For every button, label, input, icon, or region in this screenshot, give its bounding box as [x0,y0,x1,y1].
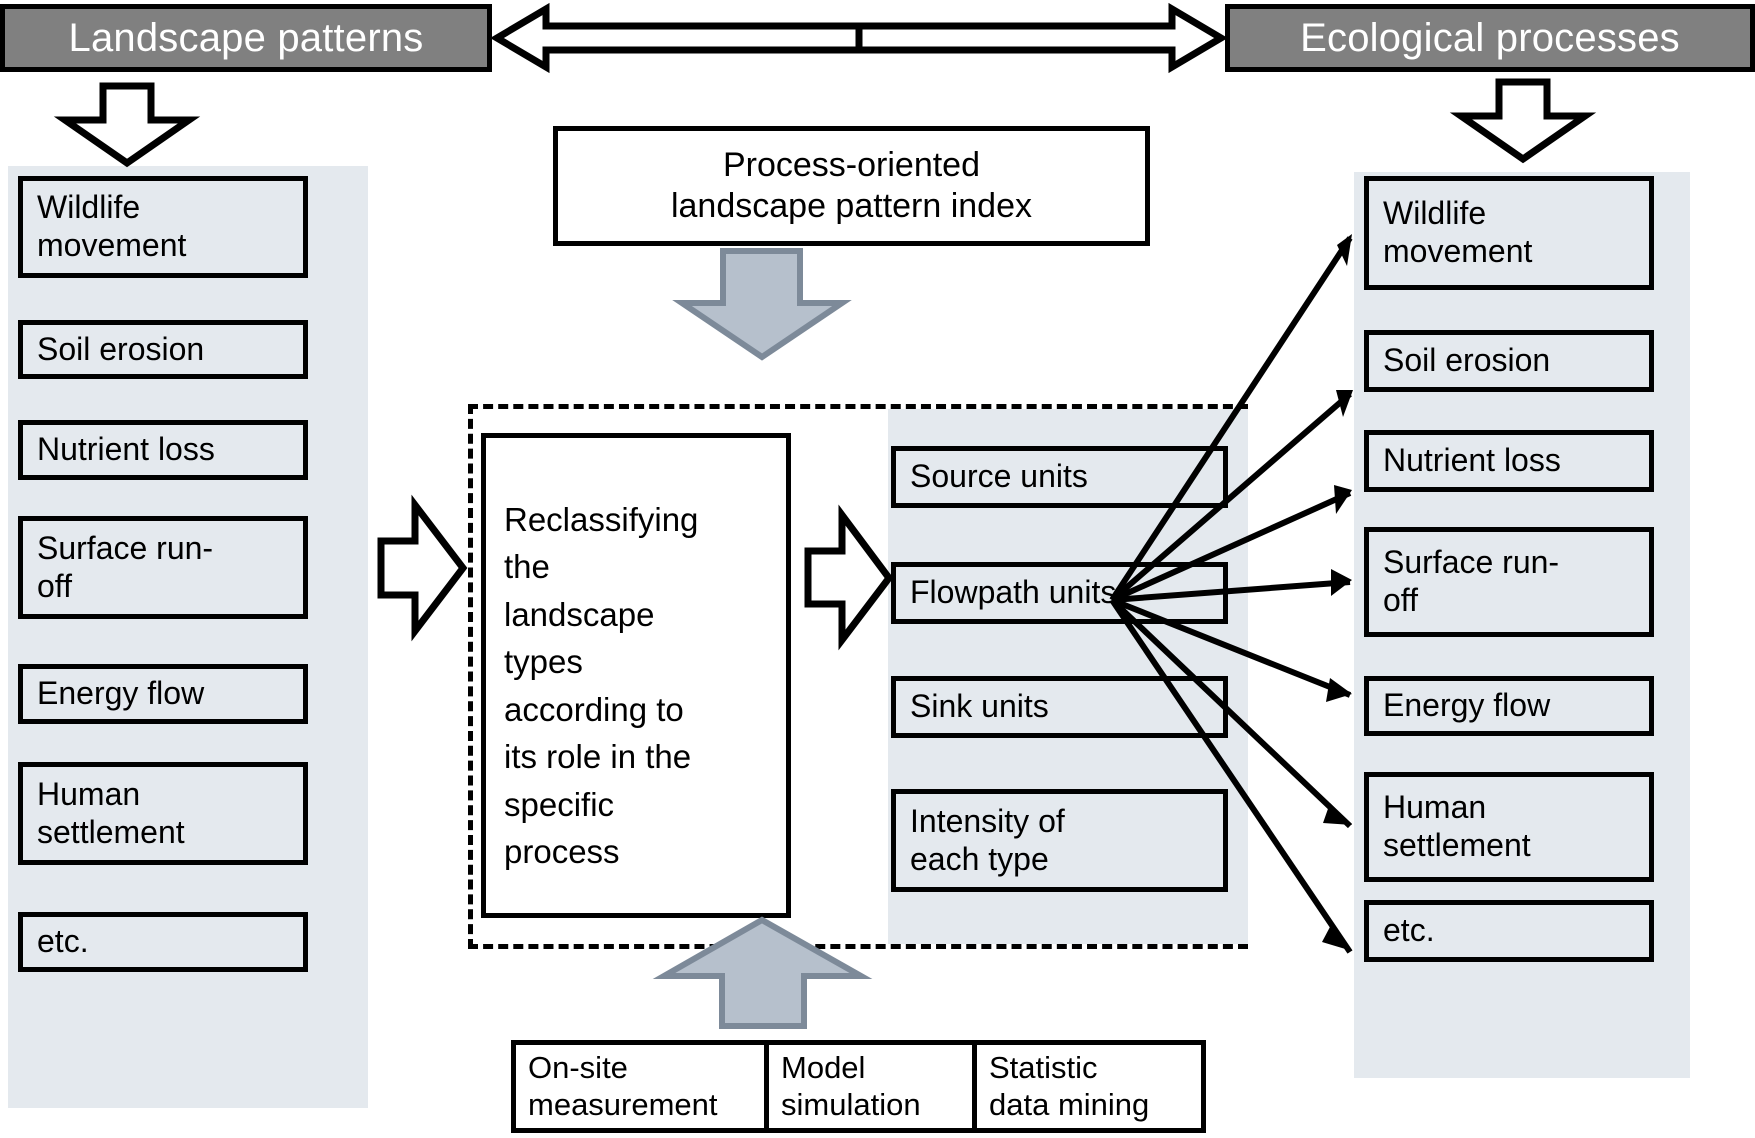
right-item-label: Soil erosion [1383,342,1551,379]
unit-box-intensity: Intensity of each type [891,789,1228,892]
banner-landscape-patterns: Landscape patterns [0,4,492,72]
left-item-wildlife-movement: Wildlife movement [18,176,308,278]
right-item-nutrient-loss: Nutrient loss [1364,430,1654,492]
unit-box-flowpath-units: Flowpath units [891,562,1228,624]
unit-box-sink-units: Sink units [891,676,1228,738]
method-box-model-simulation: Model simulation [764,1040,977,1133]
right-item-wildlife-movement: Wildlife movement [1364,176,1654,290]
left-item-label: Surface run- off [37,529,214,604]
down-arrow-right-column [1449,78,1597,164]
method-box-on-site-measurement: On-site measurement [511,1040,769,1133]
banner-left-label: Landscape patterns [68,15,424,60]
right-item-label: Wildlife movement [1383,195,1533,269]
right-item-label: etc. [1383,912,1435,949]
left-item-label: Human settlement [37,775,185,850]
right-item-etc: etc. [1364,900,1654,962]
block-arrow-down-grey [672,248,852,361]
unit-box-label: Intensity of each type [910,802,1065,877]
method-label: Model simulation [781,1050,921,1122]
methods-row: On-site measurement Model simulation Sta… [511,1040,1211,1133]
down-arrow-left-column [53,82,201,168]
left-item-label: Energy flow [37,675,205,712]
left-item-energy-flow: Energy flow [18,664,308,724]
left-item-label: Wildlife movement [37,189,187,263]
left-item-label: etc. [37,923,89,960]
right-item-surface-runoff: Surface run- off [1364,527,1654,637]
unit-box-label: Sink units [910,688,1049,725]
left-item-human-settlement: Human settlement [18,762,308,865]
process-index-label: Process-oriented landscape pattern index [670,146,1033,225]
right-item-energy-flow: Energy flow [1364,676,1654,736]
left-item-nutrient-loss: Nutrient loss [18,420,308,480]
right-item-label: Surface run- off [1383,544,1560,618]
method-label: On-site measurement [528,1050,718,1122]
unit-box-label: Flowpath units [910,574,1117,611]
method-label: Statistic data mining [989,1050,1150,1122]
right-item-label: Energy flow [1383,687,1551,724]
reclassifying-box: Reclassifying the landscape types accord… [481,433,791,918]
unit-box-source-units: Source units [891,446,1228,508]
right-item-label: Nutrient loss [1383,442,1561,479]
right-item-human-settlement: Human settlement [1364,772,1654,882]
left-item-label: Soil erosion [37,330,205,367]
banner-ecological-processes: Ecological processes [1225,4,1755,72]
left-item-label: Nutrient loss [37,431,215,468]
left-item-soil-erosion: Soil erosion [18,320,308,379]
right-item-soil-erosion: Soil erosion [1364,330,1654,392]
right-arrow-into-reclassify [377,494,468,642]
reclassify-label: Reclassifying the landscape types accord… [504,500,699,871]
process-oriented-index-box: Process-oriented landscape pattern index [553,126,1150,246]
left-item-surface-runoff: Surface run- off [18,516,308,619]
banner-right-label: Ecological processes [1300,15,1680,60]
bidirectional-arrow-top [490,2,1228,74]
unit-box-label: Source units [910,458,1088,495]
method-box-statistic-data-mining: Statistic data mining [972,1040,1206,1133]
diagram-canvas: Landscape patterns Ecological processes … [0,0,1755,1138]
left-item-etc: etc. [18,912,308,972]
right-item-label: Human settlement [1383,789,1531,863]
